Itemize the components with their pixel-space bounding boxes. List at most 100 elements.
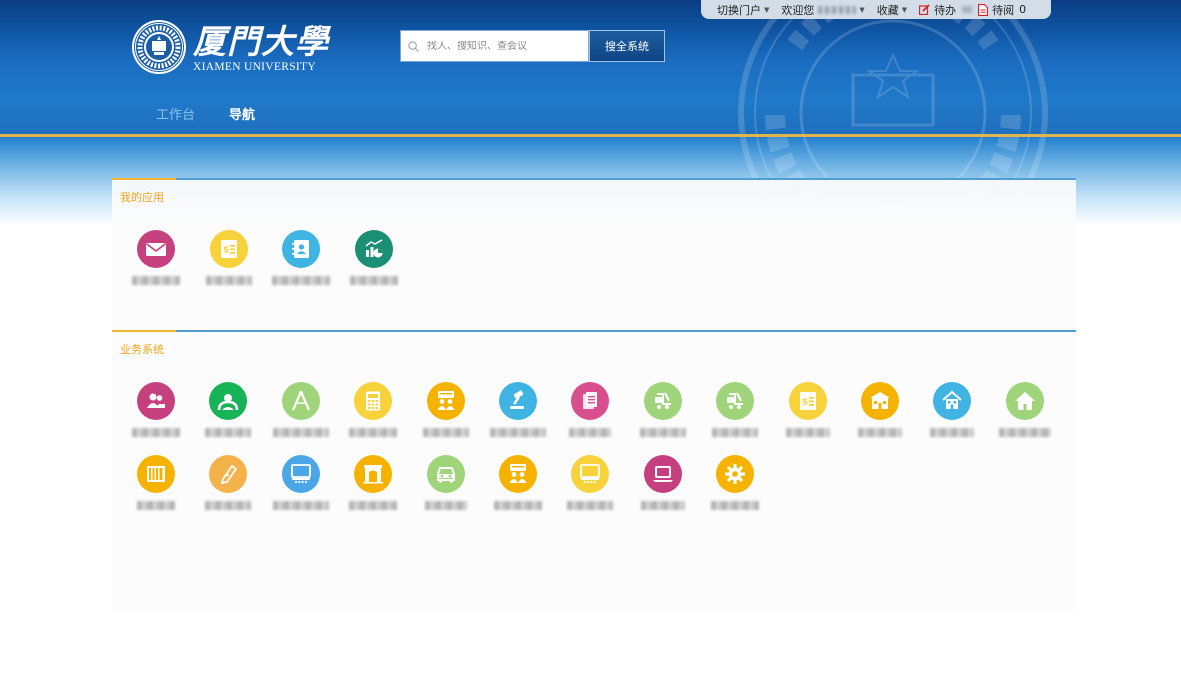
app-tile[interactable] (120, 230, 192, 285)
favorites-menu[interactable]: 收藏 ▼ (877, 2, 907, 18)
app-label-redacted (422, 428, 469, 437)
app-tile[interactable] (337, 455, 409, 510)
search-input[interactable] (427, 40, 577, 52)
welcome-label: 欢迎您 (781, 3, 815, 17)
mail-icon (137, 230, 175, 268)
app-label-redacted (132, 276, 180, 285)
app-tile[interactable] (265, 382, 337, 437)
university-logo[interactable]: 厦門大學 XIAMEN UNIVERSITY (131, 19, 329, 75)
house-building-icon (933, 382, 972, 420)
pen-icon (209, 455, 248, 493)
app-label-redacted (272, 501, 329, 510)
app-label-redacted (205, 276, 252, 285)
car-icon (426, 455, 465, 493)
app-tile[interactable] (120, 382, 192, 437)
app-label-redacted (998, 428, 1051, 437)
app-tile[interactable]: $ (772, 382, 844, 437)
section-divider (112, 178, 1076, 180)
search-all-button[interactable]: 搜全系统 (589, 30, 665, 62)
app-tile[interactable] (554, 382, 626, 437)
switch-portal-label: 切换门户 (717, 3, 761, 17)
todo-label: 待办 (934, 3, 957, 17)
my-apps-title: 我的应用 (120, 191, 164, 204)
app-label-redacted (858, 428, 902, 437)
xmu-seal-icon (132, 20, 186, 74)
app-label-redacted (640, 501, 685, 510)
app-tile[interactable] (627, 455, 699, 510)
search-icon (408, 40, 419, 52)
chevron-down-icon: ▼ (859, 5, 865, 14)
app-tile[interactable] (192, 382, 264, 437)
edit-icon (919, 4, 930, 15)
app-tile[interactable]: $ (193, 230, 265, 285)
presentation-icon (281, 455, 320, 493)
cart-icon (643, 382, 682, 420)
documents-icon (571, 382, 610, 420)
laptop-icon (643, 455, 682, 493)
app-tile[interactable] (410, 455, 482, 510)
app-label-redacted (639, 428, 686, 437)
toread-link[interactable]: 待阅 0 (978, 2, 1026, 18)
app-label-redacted (424, 501, 467, 510)
toread-label: 待阅 (992, 3, 1015, 17)
app-label-redacted (711, 501, 760, 510)
utility-bar: 切换门户 ▼ 欢迎您 ▼ 收藏 ▼ 待办 待阅 0 (701, 0, 1051, 19)
business-systems-title: 业务系统 (120, 343, 164, 356)
app-tile[interactable] (989, 382, 1061, 437)
analytics-icon (355, 230, 394, 268)
app-label-redacted (569, 428, 612, 437)
chevron-down-icon: ▼ (764, 5, 770, 14)
cart-icon (716, 382, 755, 420)
app-tile[interactable] (699, 382, 771, 437)
app-tile[interactable] (338, 230, 410, 285)
app-tile[interactable] (265, 230, 337, 285)
app-tile[interactable] (627, 382, 699, 437)
gear-icon (716, 455, 755, 493)
app-tile[interactable] (844, 382, 916, 437)
toread-count: 0 (1019, 3, 1027, 16)
app-label-redacted (137, 501, 175, 510)
app-tile[interactable] (482, 455, 554, 510)
app-label-redacted (132, 428, 180, 437)
gavel-icon (499, 382, 537, 420)
tab-navigation[interactable]: 导航 (229, 107, 255, 125)
favorites-label: 收藏 (876, 3, 899, 17)
app-label-redacted (567, 501, 614, 510)
header-divider (0, 134, 1181, 137)
finance-doc-icon: $ (788, 382, 827, 420)
section-divider (112, 330, 1076, 332)
app-label-redacted (272, 276, 331, 285)
app-tile[interactable] (554, 455, 626, 510)
app-tile[interactable] (265, 455, 337, 510)
content-panel: 我的应用 $ 业务系统 $ (112, 178, 1076, 612)
home-icon (1005, 382, 1044, 420)
app-tile[interactable] (337, 382, 409, 437)
app-label-redacted (349, 501, 398, 510)
app-tile[interactable] (482, 382, 554, 437)
switch-portal-menu[interactable]: 切换门户 ▼ (717, 2, 769, 18)
user-circle-icon (209, 382, 248, 420)
finance-doc-icon: $ (209, 230, 248, 268)
user-name-redacted (818, 5, 857, 14)
app-tile[interactable] (916, 382, 988, 437)
search-box (400, 30, 589, 62)
archway-icon (354, 455, 393, 493)
app-label-redacted (490, 428, 546, 437)
app-label-redacted (350, 276, 399, 285)
main-nav: 工作台 导航 (156, 107, 289, 125)
app-label-redacted (349, 428, 398, 437)
app-label-redacted (930, 428, 975, 437)
app-tile[interactable] (410, 382, 482, 437)
meeting-icon (499, 455, 537, 493)
svg-text:$: $ (223, 246, 229, 256)
todo-link[interactable]: 待办 (919, 2, 956, 18)
chevron-down-icon: ▼ (901, 5, 908, 14)
logo-chinese-name: 厦門大學 (193, 21, 329, 61)
user-menu[interactable]: 欢迎您 ▼ (781, 2, 864, 18)
app-tile[interactable] (120, 455, 192, 510)
app-label-redacted (272, 428, 329, 437)
app-tile[interactable] (192, 455, 264, 510)
app-label-redacted (712, 428, 759, 437)
tab-workbench[interactable]: 工作台 (156, 107, 195, 125)
app-tile[interactable] (699, 455, 771, 510)
